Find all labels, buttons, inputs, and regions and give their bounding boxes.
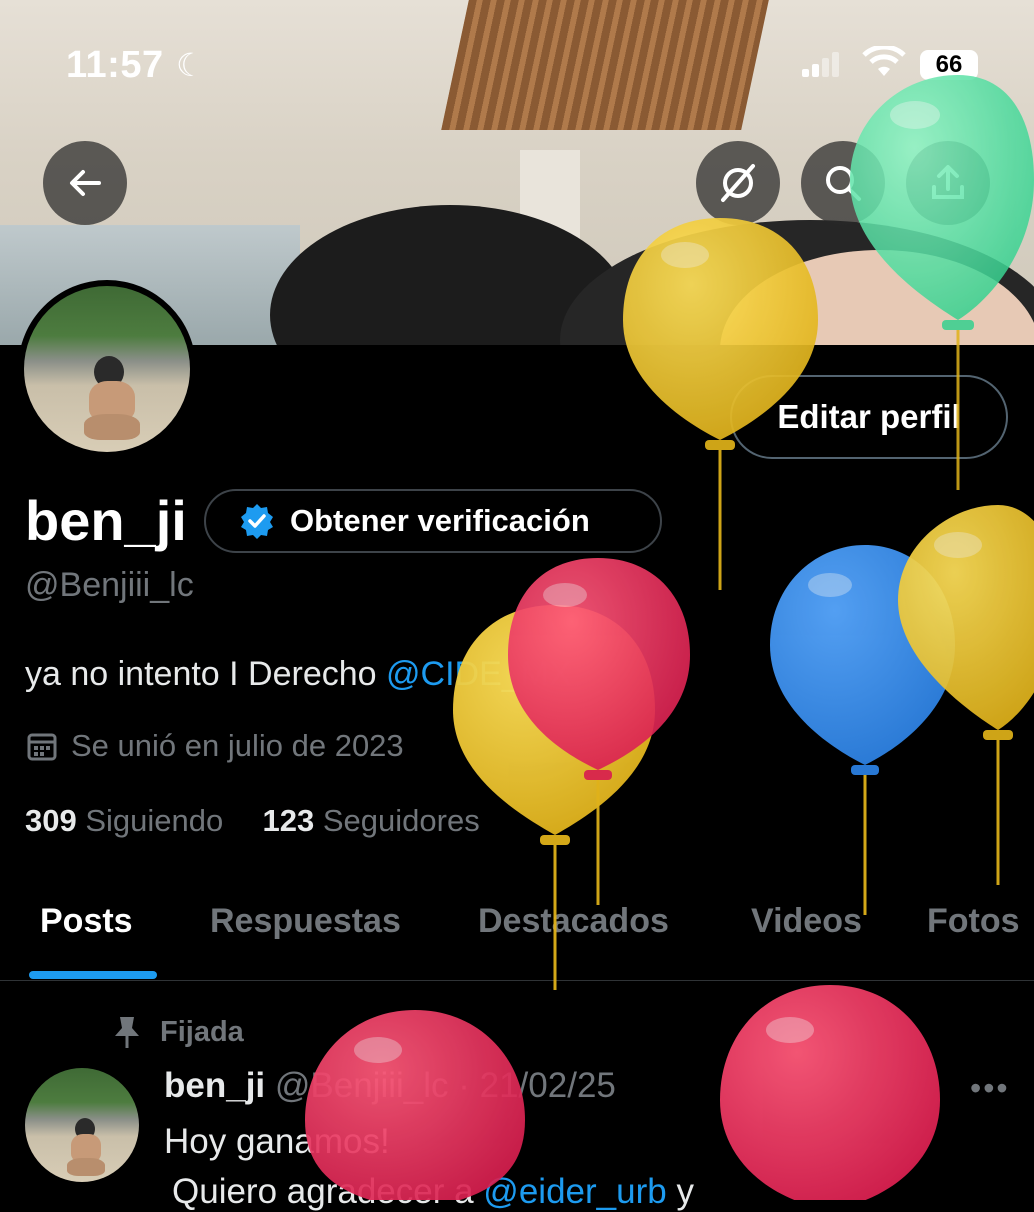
back-arrow-icon [70,170,101,196]
joined-label: Se unió en julio de 2023 [71,728,404,763]
profile-bio: ya no intento I Derecho @CIDE_MX [25,655,572,694]
follow-stats: 309 Siguiendo 123 Seguidores [25,803,480,839]
search-icon [826,166,861,201]
edit-profile-button[interactable]: Editar perfil [730,375,1008,459]
bio-mention-link[interactable]: @CIDE_MX [386,655,572,693]
post-meta: @Benjiii_lc · 21/02/25 [274,1066,616,1105]
following-link[interactable]: 309 Siguiendo [25,803,223,838]
followers-link[interactable]: 123 Seguidores [263,803,480,838]
pinned-label: Fijada [160,1015,244,1048]
bio-text: ya no intento I Derecho [25,655,387,693]
share-button[interactable] [906,141,990,225]
search-button[interactable] [801,141,885,225]
signal-icon [802,52,842,77]
profile-tabs: Posts Respuestas Destacados Videos Fotos [0,880,1034,981]
following-count: 309 [25,803,77,838]
more-icon[interactable]: ••• [970,1070,1010,1107]
post-text-line: Hoy ganamos! [164,1122,390,1161]
grok-icon [721,164,755,202]
followers-count: 123 [262,803,315,838]
tab-posts[interactable]: Posts [40,902,133,941]
tab-videos[interactable]: Videos [751,902,862,941]
tab-respuestas[interactable]: Respuestas [210,902,401,941]
balloon-red [720,985,940,1200]
wifi-icon [862,44,906,85]
grok-button[interactable] [696,141,780,225]
tab-fotos[interactable]: Fotos [927,902,1020,941]
post-text-segment: y [666,1172,694,1211]
pinned-indicator: Fijada [112,1014,244,1050]
post-mention-link[interactable]: @eider_urb [483,1172,666,1211]
calendar-icon [27,733,57,761]
display-name: ben_ji [25,489,187,552]
balloon-blue [770,545,955,915]
joined-date: Se unió en julio de 2023 [25,728,404,764]
moon-icon: ☾ [176,47,205,83]
following-label: Siguiendo [85,803,224,838]
back-button[interactable] [43,141,127,225]
balloon-yellow [898,505,1034,885]
get-verified-label: Obtener verificación [290,503,590,538]
status-time: 11:57 [66,44,164,86]
tab-destacados[interactable]: Destacados [478,902,669,941]
followers-label: Seguidores [322,803,480,838]
share-icon [932,165,964,199]
pin-icon [115,1017,139,1048]
verified-badge-icon [241,504,273,539]
post-author[interactable]: ben_ji [164,1066,265,1105]
banner-ceiling [441,0,769,130]
avatar-image [24,286,190,452]
get-verified-button[interactable]: Obtener verificación [204,489,662,553]
profile-handle: @Benjiii_lc [25,566,194,604]
balloon-red [508,558,690,905]
post-text-line: Quiero agradecer a @eider_urb y [172,1172,694,1212]
active-tab-indicator [29,971,157,979]
profile-avatar[interactable] [18,280,196,458]
battery-icon: 66 [920,50,978,80]
post-text-segment: Quiero agradecer a [172,1172,484,1211]
post-avatar-image [25,1068,139,1182]
post-header: ben_ji @Benjiii_lc · 21/02/25 [164,1066,616,1106]
post-avatar[interactable] [25,1068,139,1182]
